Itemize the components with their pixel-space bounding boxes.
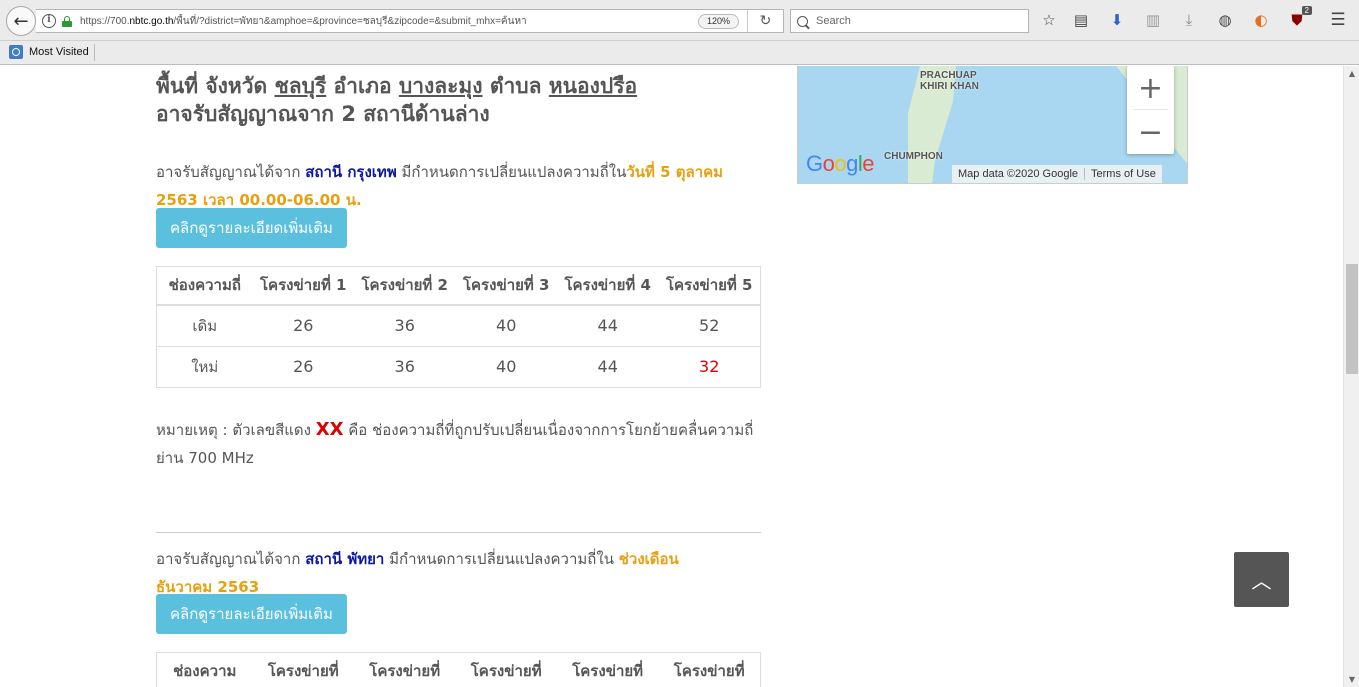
table-header: โครงข่ายที่ 2 — [353, 266, 456, 306]
most-visited-icon — [9, 45, 23, 59]
row-label: เดิม — [156, 304, 253, 346]
addon-badge: 2 — [1301, 6, 1312, 15]
station-1-frequency-table: ช่องความถี่ โครงข่ายที่ 1 โครงข่ายที่ 2 … — [156, 266, 761, 388]
table-row-old: เดิม 26 36 40 44 52 — [156, 304, 761, 346]
table-header: ช่องความถี่ — [156, 266, 253, 306]
table-cell: 40 — [455, 304, 557, 346]
bookmark-label: Most Visited — [29, 46, 89, 58]
table-header: ช่องความ — [156, 652, 253, 687]
page-viewport: พื้นที่ จังหวัด ชลบุรี อำเภอ บางละมุง ตำ… — [0, 66, 1343, 687]
search-placeholder: Search — [816, 15, 851, 27]
table-cell: 36 — [353, 345, 456, 387]
station-1-detail-button[interactable]: คลิกดูรายละเอียดเพิ่มเติม — [156, 208, 347, 248]
table-header: โครงข่ายที่ — [658, 652, 761, 687]
table-cell: 26 — [252, 304, 354, 346]
page-scrollbar[interactable]: ▲ ▼ — [1343, 66, 1359, 687]
table-row-new: ใหม่ 26 36 40 44 32 — [156, 345, 761, 387]
table-header: โครงข่ายที่ 4 — [556, 266, 659, 306]
table-header: โครงข่ายที่ — [455, 652, 557, 687]
amphoe-link[interactable]: บางละมุง — [399, 74, 483, 98]
menu-hamburger-icon[interactable]: ☰ — [1328, 10, 1348, 30]
table-cell: 52 — [658, 304, 761, 346]
scroll-to-top-button[interactable]: ︿ — [1234, 552, 1289, 607]
table-header: โครงข่ายที่ 5 — [658, 266, 761, 306]
downloads-icon[interactable]: ⤓ — [1179, 10, 1199, 30]
table-header-row: ช่องความ โครงข่ายที่ โครงข่ายที่ โครงข่า… — [156, 652, 761, 687]
lock-icon — [62, 15, 72, 27]
table-header-row: ช่องความถี่ โครงข่ายที่ 1 โครงข่ายที่ 2 … — [156, 266, 761, 306]
table-header: โครงข่ายที่ — [252, 652, 354, 687]
map-attribution: Map data ©2020 Google Terms of Use — [952, 165, 1162, 183]
zoom-in-button[interactable]: + — [1127, 66, 1174, 110]
footnote: หมายเหตุ : ตัวเลขสีแดง XX คือ ช่องความถี… — [156, 419, 754, 467]
reload-icon[interactable]: ↻ — [747, 10, 783, 32]
extension-icon[interactable]: ◐ — [1251, 10, 1271, 30]
table-cell: 26 — [252, 345, 354, 387]
tambon-link[interactable]: หนองปรือ — [549, 74, 637, 98]
scroll-down-arrow-icon[interactable]: ▼ — [1344, 672, 1359, 687]
ublock-shield-icon[interactable]: ⛊ 2 — [1287, 6, 1312, 30]
site-info-icon[interactable]: i — [42, 14, 56, 28]
browser-toolbar: ← i https://700.nbtc.go.th/พื้นที่/?dist… — [0, 0, 1359, 41]
table-cell: 40 — [455, 345, 557, 387]
back-button[interactable]: ← — [6, 6, 36, 36]
table-cell: 44 — [556, 304, 659, 346]
row-label: ใหม่ — [156, 345, 253, 387]
table-header: โครงข่ายที่ 3 — [455, 266, 557, 306]
station-1-name: สถานี กรุงเทพ — [305, 163, 397, 181]
most-visited-bookmark[interactable]: Most Visited — [9, 45, 89, 59]
scroll-thumb[interactable] — [1346, 264, 1358, 374]
map-zoom-control: + − — [1127, 66, 1174, 154]
section-divider — [156, 532, 761, 533]
map-place-label: PRACHUAP KHIRI KHAN — [920, 70, 979, 92]
google-map[interactable]: PRACHUAP KHIRI KHAN CHUMPHON + − Google M… — [797, 66, 1188, 184]
changed-table-cell: 32 — [658, 345, 761, 387]
table-header: โครงข่ายที่ 1 — [252, 266, 354, 306]
url-bar[interactable]: i https://700.nbtc.go.th/พื้นที่/?distri… — [36, 9, 784, 33]
table-header: โครงข่ายที่ — [556, 652, 659, 687]
google-logo[interactable]: Google — [806, 151, 875, 177]
zip-icon[interactable]: ▥ — [1143, 10, 1163, 30]
zoom-out-button[interactable]: − — [1127, 110, 1174, 154]
map-place-label: CHUMPHON — [884, 151, 943, 162]
page-heading: พื้นที่ จังหวัด ชลบุรี อำเภอ บางละมุง ตำ… — [156, 74, 638, 126]
bookmarks-bar: Most Visited — [0, 41, 1359, 65]
chevron-up-icon: ︿ — [1251, 569, 1272, 593]
zoom-level-badge[interactable]: 120% — [697, 14, 739, 29]
search-icon — [797, 15, 808, 27]
back-arrow-icon: ← — [13, 10, 29, 32]
station-2-name: สถานี พัทยา — [305, 550, 385, 568]
table-cell: 44 — [556, 345, 659, 387]
station-2-frequency-table: ช่องความ โครงข่ายที่ โครงข่ายที่ โครงข่า… — [156, 652, 761, 687]
province-link[interactable]: ชลบุรี — [275, 74, 327, 98]
url-text[interactable]: https://700.nbtc.go.th/พื้นที่/?district… — [80, 14, 680, 29]
download-helper-icon[interactable]: ⬇ — [1107, 10, 1127, 30]
bookmarks-separator — [94, 44, 95, 61]
addon-icon[interactable]: ◍ — [1215, 10, 1235, 30]
map-terms-link[interactable]: Terms of Use — [1085, 165, 1162, 183]
map-data-credit: Map data ©2020 Google — [958, 168, 1079, 180]
station-1-info: อาจรับสัญญาณได้จาก สถานี กรุงเทพ มีกำหนด… — [156, 163, 724, 209]
station-2-info: อาจรับสัญญาณได้จาก สถานี พัทยา มีกำหนดกา… — [156, 550, 679, 596]
reading-list-icon[interactable]: ▤ — [1071, 10, 1091, 30]
table-cell: 36 — [353, 304, 456, 346]
bookmark-star-icon[interactable]: ☆ — [1039, 10, 1059, 30]
station-2-detail-button[interactable]: คลิกดูรายละเอียดเพิ่มเติม — [156, 594, 347, 634]
red-number-example: XX — [315, 419, 344, 440]
table-header: โครงข่ายที่ — [353, 652, 456, 687]
search-bar[interactable]: Search — [790, 9, 1029, 33]
station-count-text: อาจรับสัญญาณจาก 2 สถานีด้านล่าง — [156, 102, 490, 126]
scroll-up-arrow-icon[interactable]: ▲ — [1344, 66, 1359, 81]
